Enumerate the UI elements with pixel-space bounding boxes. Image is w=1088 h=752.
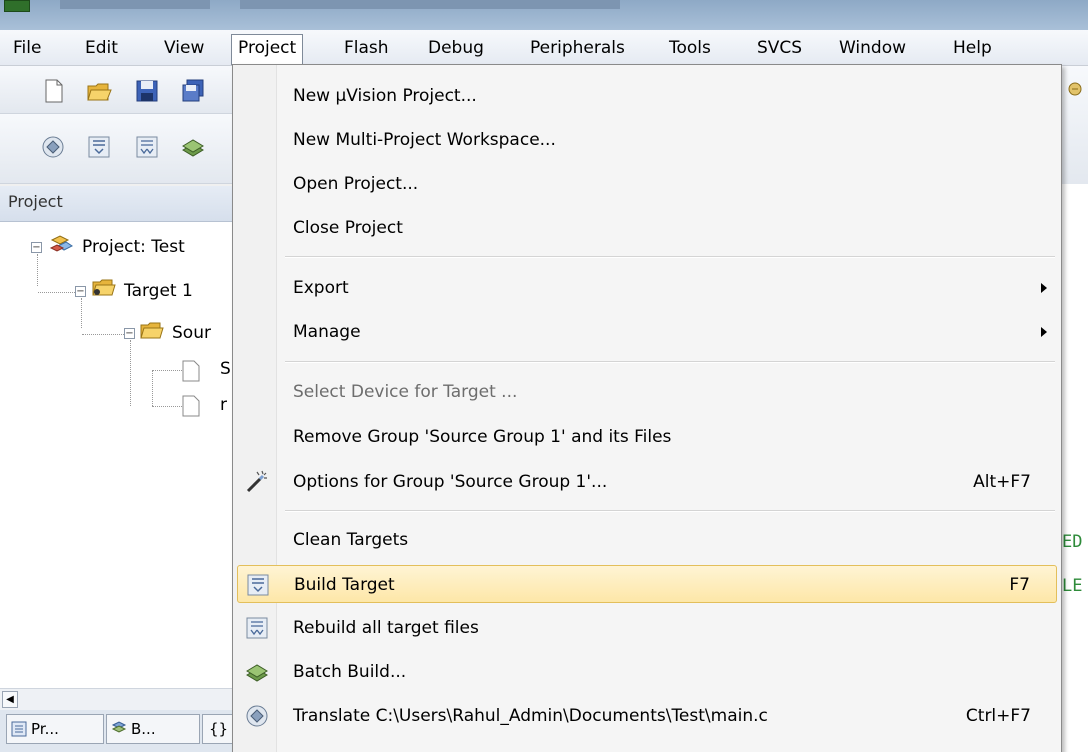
- menu-window[interactable]: Window: [832, 34, 913, 62]
- menu-view[interactable]: View: [157, 34, 211, 62]
- rebuild-icon[interactable]: [134, 134, 160, 160]
- editor-area: ED LE: [1060, 184, 1088, 752]
- menu-item-remove-group[interactable]: Remove Group 'Source Group 1' and its Fi…: [237, 418, 1057, 456]
- translate-icon: [246, 705, 268, 727]
- menu-item-manage[interactable]: Manage: [237, 313, 1057, 351]
- menu-project[interactable]: Project: [231, 34, 304, 66]
- menu-item-label: Select Device for Target ...: [293, 382, 518, 402]
- scroll-left-icon[interactable]: ◀: [2, 691, 18, 708]
- save-all-icon[interactable]: [180, 78, 206, 104]
- tab-books-label: B...: [131, 720, 156, 738]
- tree-file-label[interactable]: S: [220, 354, 231, 384]
- menu-item-label: Remove Group 'Source Group 1' and its Fi…: [293, 427, 672, 447]
- target-folder-icon: [92, 279, 116, 296]
- project-icon: [49, 235, 73, 252]
- menu-separator: [285, 256, 1055, 258]
- menu-item-batch-build[interactable]: Batch Build...: [237, 653, 1057, 691]
- tree-expander[interactable]: −: [75, 286, 86, 297]
- code-line: LE: [1062, 576, 1083, 596]
- menu-item-shortcut: Alt+F7: [973, 472, 1031, 492]
- app-icon: [4, 0, 30, 12]
- menu-item-close-project[interactable]: Close Project: [237, 209, 1057, 247]
- menu-item-new-project[interactable]: New µVision Project...: [237, 77, 1057, 115]
- menu-separator: [285, 510, 1055, 512]
- tab-books[interactable]: B...: [106, 714, 200, 744]
- save-icon[interactable]: [134, 78, 160, 104]
- menu-item-shortcut: Ctrl+F7: [965, 706, 1031, 726]
- tab-project[interactable]: Pr...: [6, 714, 104, 744]
- tree-target-label[interactable]: Target 1: [124, 276, 193, 306]
- project-panel-header: Project: [0, 186, 232, 222]
- menu-separator: [285, 361, 1055, 363]
- menu-item-select-device[interactable]: Select Device for Target ...: [237, 373, 1057, 411]
- menu-item-label: New µVision Project...: [293, 86, 477, 106]
- menu-item-label: Rebuild all target files: [293, 618, 479, 638]
- menu-item-translate[interactable]: Translate C:\Users\Rahul_Admin\Documents…: [237, 697, 1057, 735]
- menu-item-label: Build Target: [294, 575, 395, 595]
- file-toolbar: [0, 66, 232, 114]
- file-icon: [182, 360, 200, 382]
- toolbar-overflow: [1062, 66, 1088, 184]
- title-text-blur: [240, 0, 620, 9]
- menu-item-open-project[interactable]: Open Project...: [237, 165, 1057, 203]
- menu-item-label: Clean Targets: [293, 530, 409, 550]
- panel-tabs: Pr... B... {}: [0, 710, 240, 752]
- tree-project-label[interactable]: Project: Test: [82, 232, 185, 262]
- menu-item-label: Export: [293, 278, 349, 298]
- submenu-arrow-icon: [1041, 327, 1047, 337]
- menu-bar: File Edit View Project Flash Debug Perip…: [0, 30, 1088, 66]
- tree-file-label[interactable]: r: [220, 390, 227, 420]
- menu-svcs[interactable]: SVCS: [750, 34, 809, 62]
- tab-project-label: Pr...: [31, 720, 59, 738]
- menu-edit[interactable]: Edit: [78, 34, 125, 62]
- build-toolbar: [0, 114, 232, 184]
- new-file-icon[interactable]: [40, 78, 66, 104]
- horizontal-scrollbar[interactable]: ◀: [0, 688, 232, 710]
- title-bar: [0, 0, 1088, 30]
- menu-flash[interactable]: Flash: [337, 34, 396, 62]
- batch-build-icon[interactable]: [180, 134, 206, 160]
- file-icon: [182, 395, 200, 417]
- project-menu: New µVision Project... New Multi-Project…: [232, 64, 1062, 752]
- menu-item-label: Translate C:\Users\Rahul_Admin\Documents…: [293, 706, 768, 726]
- menu-item-rebuild-all[interactable]: Rebuild all target files: [237, 609, 1057, 647]
- menu-item-label: Open Project...: [293, 174, 419, 194]
- magic-wand-icon: [246, 470, 267, 493]
- tree-expander[interactable]: −: [31, 242, 42, 253]
- tab-functions-label: {}: [209, 720, 229, 738]
- build-icon[interactable]: [86, 134, 112, 160]
- project-tab-icon: [11, 721, 27, 737]
- menu-item-label: Options for Group 'Source Group 1'...: [293, 472, 608, 492]
- translate-icon[interactable]: [40, 134, 66, 160]
- menu-tools[interactable]: Tools: [662, 34, 718, 62]
- menu-item-export[interactable]: Export: [237, 269, 1057, 307]
- menu-item-label: Close Project: [293, 218, 403, 238]
- menu-help[interactable]: Help: [946, 34, 999, 62]
- menu-item-build-target[interactable]: Build Target F7: [237, 565, 1057, 603]
- menu-item-new-workspace[interactable]: New Multi-Project Workspace...: [237, 121, 1057, 159]
- code-line: ED: [1062, 532, 1083, 552]
- menu-item-clean-targets[interactable]: Clean Targets: [237, 521, 1057, 559]
- menu-peripherals[interactable]: Peripherals: [523, 34, 632, 62]
- title-text-blur: [60, 0, 210, 9]
- project-tree: − Project: Test − Target 1 − Sour S r: [0, 222, 232, 688]
- books-tab-icon: [111, 721, 127, 733]
- tree-group-label[interactable]: Sour: [172, 318, 211, 348]
- menu-file[interactable]: File: [6, 34, 48, 62]
- submenu-arrow-icon: [1041, 283, 1047, 293]
- menu-item-group-options[interactable]: Options for Group 'Source Group 1'... Al…: [237, 463, 1057, 501]
- batch-build-icon: [246, 664, 268, 682]
- menu-item-label: New Multi-Project Workspace...: [293, 130, 556, 150]
- rebuild-icon: [246, 617, 268, 639]
- menu-item-shortcut: F7: [1009, 575, 1030, 595]
- menu-item-label: Manage: [293, 322, 361, 342]
- tree-expander[interactable]: −: [124, 328, 135, 339]
- debug-icon[interactable]: [1066, 80, 1084, 98]
- menu-debug[interactable]: Debug: [421, 34, 491, 62]
- build-icon: [247, 574, 269, 596]
- group-folder-icon: [140, 322, 164, 339]
- menu-item-label: Batch Build...: [293, 662, 407, 682]
- open-folder-icon[interactable]: [86, 78, 112, 104]
